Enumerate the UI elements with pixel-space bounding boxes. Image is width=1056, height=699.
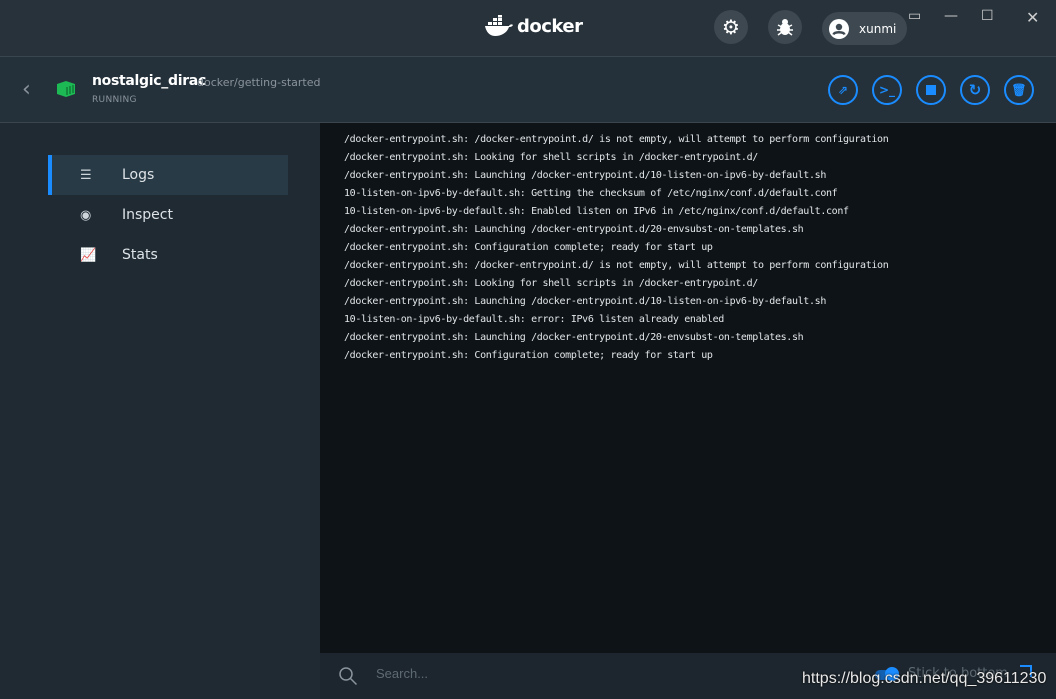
username: xunmi <box>859 21 897 36</box>
container-status: RUNNING <box>92 95 137 105</box>
log-output: /docker-entrypoint.sh: /docker-entrypoin… <box>320 123 1056 653</box>
window-mode-icon[interactable]: ▭ <box>908 8 921 24</box>
log-line: 10-listen-on-ipv6-by-default.sh: Getting… <box>344 188 838 199</box>
delete-button[interactable]: 🗑 <box>1004 75 1034 105</box>
cli-button[interactable]: >_ <box>872 75 902 105</box>
restart-button[interactable]: ↻ <box>960 75 990 105</box>
container-image: docker/getting-started <box>197 76 321 89</box>
open-in-browser-button[interactable]: ⇗ <box>828 75 858 105</box>
sidebar: ☰ Logs ◉ Inspect 📈 Stats <box>0 123 320 699</box>
watermark: https://blog.csdn.net/qq_39611230 <box>802 670 1047 687</box>
settings-button[interactable]: ⚙ <box>714 10 748 44</box>
trash-icon: 🗑 <box>1011 83 1027 97</box>
user-menu[interactable]: xunmi <box>822 12 907 45</box>
sidebar-item-label: Stats <box>122 247 158 263</box>
log-line: /docker-entrypoint.sh: Looking for shell… <box>344 152 758 163</box>
maximize-button[interactable]: ☐ <box>981 8 994 24</box>
log-line: /docker-entrypoint.sh: Launching /docker… <box>344 332 804 343</box>
log-line: 10-listen-on-ipv6-by-default.sh: error: … <box>344 314 724 325</box>
container-icon <box>57 81 75 97</box>
stop-icon <box>926 85 936 95</box>
sidebar-item-logs[interactable]: ☰ Logs <box>48 155 288 195</box>
log-line: /docker-entrypoint.sh: Launching /docker… <box>344 170 826 181</box>
external-link-icon: ⇗ <box>837 83 849 97</box>
log-line: /docker-entrypoint.sh: /docker-entrypoin… <box>344 260 889 271</box>
log-line: /docker-entrypoint.sh: /docker-entrypoin… <box>344 134 889 145</box>
stop-button[interactable] <box>916 75 946 105</box>
terminal-icon: >_ <box>878 83 896 97</box>
sidebar-item-stats[interactable]: 📈 Stats <box>48 235 288 275</box>
log-line: /docker-entrypoint.sh: Configuration com… <box>344 350 713 361</box>
search-icon <box>339 667 358 686</box>
docker-whale-icon <box>485 15 513 36</box>
troubleshoot-button[interactable] <box>768 10 802 44</box>
log-line: /docker-entrypoint.sh: Launching /docker… <box>344 296 826 307</box>
search-input[interactable] <box>376 666 776 681</box>
docker-logo: docker <box>484 15 583 37</box>
chart-icon: 📈 <box>80 247 97 263</box>
sidebar-item-label: Logs <box>122 167 155 183</box>
sidebar-item-inspect[interactable]: ◉ Inspect <box>48 195 288 235</box>
log-line: /docker-entrypoint.sh: Launching /docker… <box>344 224 804 235</box>
container-header: ‹ nostalgic_dirac docker/getting-started… <box>0 57 1056 123</box>
log-line: 10-listen-on-ipv6-by-default.sh: Enabled… <box>344 206 849 217</box>
log-line: /docker-entrypoint.sh: Configuration com… <box>344 242 713 253</box>
back-button[interactable]: ‹ <box>22 77 31 102</box>
sidebar-item-label: Inspect <box>122 207 173 223</box>
minimize-button[interactable]: — <box>944 8 958 24</box>
brand-name: docker <box>517 15 583 37</box>
restart-icon: ↻ <box>968 81 982 99</box>
logs-icon: ☰ <box>80 167 92 183</box>
log-line: /docker-entrypoint.sh: Looking for shell… <box>344 278 758 289</box>
title-bar: docker ⚙ xunmi ▭ — ☐ ✕ <box>0 0 1056 57</box>
gear-icon: ⚙ <box>722 15 740 39</box>
eye-icon: ◉ <box>80 207 92 223</box>
bug-icon <box>777 19 793 36</box>
close-button[interactable]: ✕ <box>1026 8 1039 27</box>
container-name: nostalgic_dirac <box>92 73 206 89</box>
user-avatar-icon <box>829 18 849 39</box>
